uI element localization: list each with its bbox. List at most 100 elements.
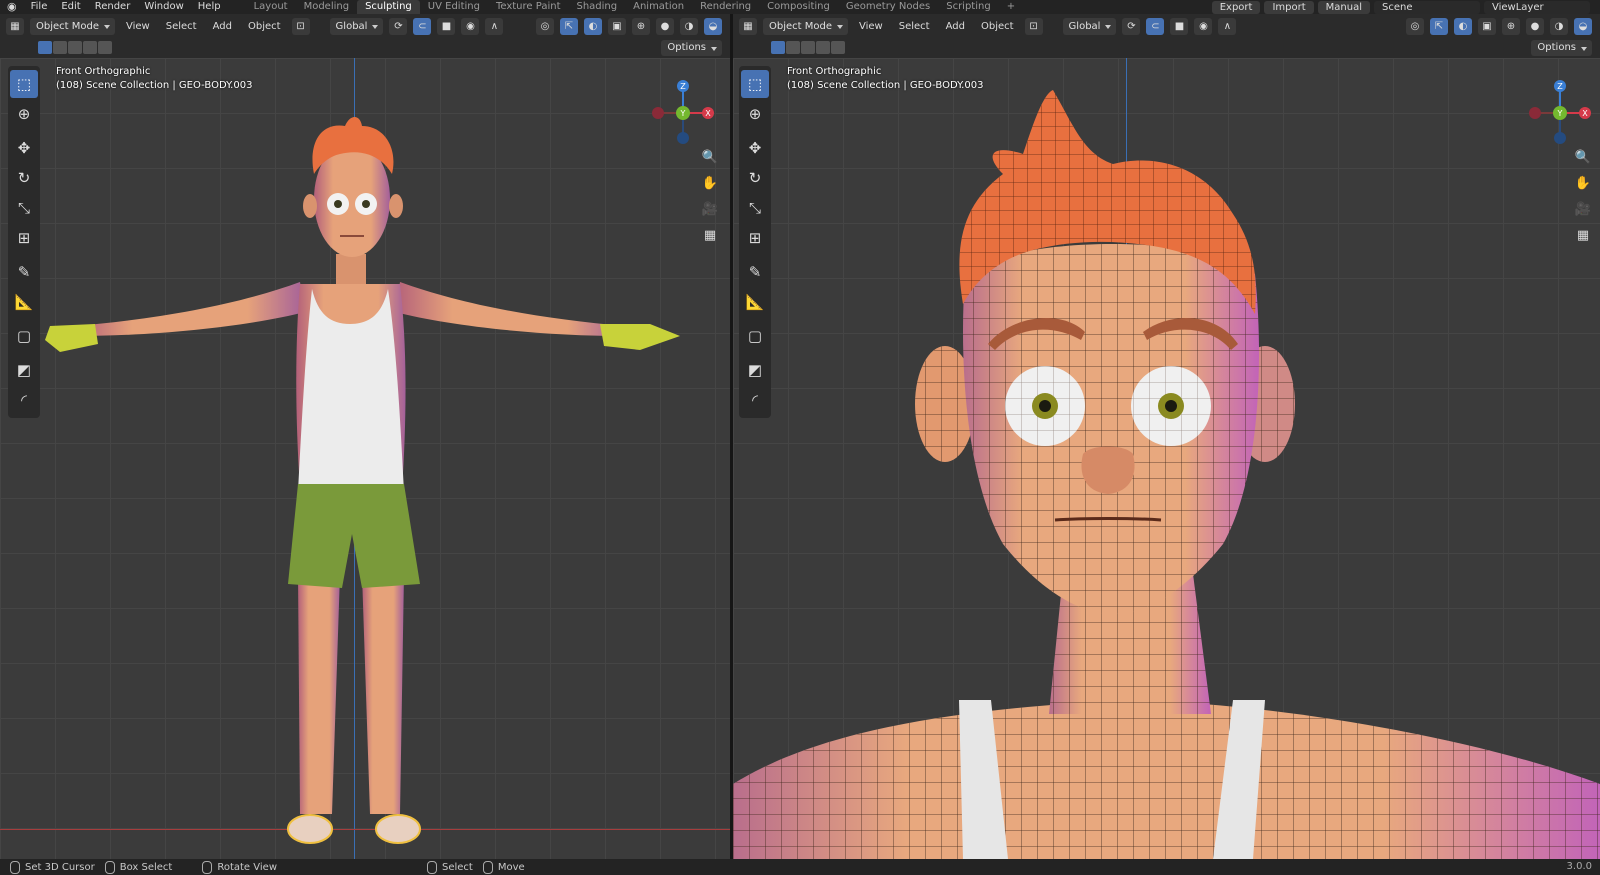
- tab-animation[interactable]: Animation: [625, 0, 692, 14]
- material-shading-icon[interactable]: ◑: [1550, 17, 1568, 35]
- import-button[interactable]: Import: [1264, 0, 1314, 14]
- orientation-dropdown[interactable]: Global: [1062, 17, 1117, 35]
- transform-pivot-icon[interactable]: ⊡: [291, 17, 310, 35]
- visibility-icon[interactable]: ◎: [1406, 17, 1424, 35]
- transform-icon[interactable]: ⊞: [741, 224, 769, 252]
- camera-icon[interactable]: 🎥: [699, 198, 721, 220]
- xray-icon[interactable]: ▣: [608, 17, 626, 35]
- wireframe-shading-icon[interactable]: ⊕: [1502, 17, 1520, 35]
- falloff-icon[interactable]: ∧: [1218, 17, 1237, 35]
- menu-window[interactable]: Window: [137, 0, 190, 14]
- proportional-edit-icon[interactable]: ◉: [461, 17, 480, 35]
- options-dropdown[interactable]: Options: [661, 40, 722, 56]
- menu-add[interactable]: Add: [941, 21, 970, 32]
- snap-icon[interactable]: ⊂: [1146, 17, 1165, 35]
- solid-shading-icon[interactable]: ●: [1526, 17, 1544, 35]
- solid-shading-icon[interactable]: ●: [656, 17, 674, 35]
- measure-icon[interactable]: 📐: [10, 288, 38, 316]
- manual-button[interactable]: Manual: [1317, 0, 1370, 14]
- character-full-body[interactable]: [0, 14, 730, 859]
- select-box-icon[interactable]: ⬚: [10, 70, 38, 98]
- menu-select[interactable]: Select: [894, 21, 935, 32]
- add-cube-icon[interactable]: ▢: [741, 322, 769, 350]
- rotate-icon[interactable]: ↻: [741, 164, 769, 192]
- menu-view[interactable]: View: [121, 21, 155, 32]
- zoom-icon[interactable]: 🔍: [699, 146, 721, 168]
- tab-scripting[interactable]: Scripting: [938, 0, 998, 14]
- proportional-edit-icon[interactable]: ◉: [1194, 17, 1213, 35]
- tab-geometry-nodes[interactable]: Geometry Nodes: [838, 0, 938, 14]
- viewport-left[interactable]: ▦ Object Mode View Select Add Object ⊡ G…: [0, 14, 730, 859]
- select-extend-icon[interactable]: [53, 41, 67, 54]
- navigation-gizmo[interactable]: Z X Y: [648, 78, 718, 148]
- menu-object[interactable]: Object: [976, 21, 1019, 32]
- mode-dropdown[interactable]: Object Mode: [30, 17, 115, 35]
- visibility-icon[interactable]: ◎: [536, 17, 554, 35]
- mode-dropdown[interactable]: Object Mode: [763, 17, 848, 35]
- snap-icon[interactable]: ⊂: [413, 17, 432, 35]
- pan-hand-icon[interactable]: ✋: [699, 172, 721, 194]
- gizmo-toggle-icon[interactable]: ⇱: [560, 17, 578, 35]
- wireframe-shading-icon[interactable]: ⊕: [632, 17, 650, 35]
- tab-sculpting[interactable]: Sculpting: [357, 0, 420, 14]
- bevel-icon[interactable]: ◜: [741, 386, 769, 414]
- overlay-toggle-icon[interactable]: ◐: [584, 17, 602, 35]
- move-icon[interactable]: ✥: [741, 134, 769, 162]
- blender-logo-icon[interactable]: ◉: [0, 0, 24, 14]
- select-intersect-icon[interactable]: [98, 41, 112, 54]
- add-cube-icon[interactable]: ▢: [10, 322, 38, 350]
- scale-icon[interactable]: ⤡: [741, 194, 769, 222]
- rotate-icon[interactable]: ↻: [10, 164, 38, 192]
- annotate-icon[interactable]: ✎: [10, 258, 38, 286]
- scale-icon[interactable]: ⤡: [10, 194, 38, 222]
- editor-type-icon[interactable]: ▦: [6, 17, 24, 35]
- cursor-icon[interactable]: ⊕: [10, 100, 38, 128]
- xray-icon[interactable]: ▣: [1478, 17, 1496, 35]
- zoom-icon[interactable]: 🔍: [1572, 146, 1594, 168]
- annotate-icon[interactable]: ✎: [741, 258, 769, 286]
- snap-target-icon[interactable]: ■: [437, 17, 456, 35]
- select-invert-icon[interactable]: [816, 41, 830, 54]
- add-workspace-icon[interactable]: +: [999, 0, 1023, 14]
- pan-hand-icon[interactable]: ✋: [1572, 172, 1594, 194]
- select-new-icon[interactable]: [38, 41, 52, 54]
- bevel-icon[interactable]: ◜: [10, 386, 38, 414]
- material-shading-icon[interactable]: ◑: [680, 17, 698, 35]
- ortho-grid-icon[interactable]: ▦: [699, 224, 721, 246]
- rendered-shading-icon[interactable]: ◒: [1574, 17, 1592, 35]
- character-head-closeup[interactable]: [733, 14, 1600, 859]
- tab-uv-editing[interactable]: UV Editing: [420, 0, 488, 14]
- select-intersect-icon[interactable]: [831, 41, 845, 54]
- pivot-icon[interactable]: ⟳: [389, 17, 408, 35]
- select-new-icon[interactable]: [771, 41, 785, 54]
- tab-modeling[interactable]: Modeling: [296, 0, 358, 14]
- tab-layout[interactable]: Layout: [246, 0, 296, 14]
- extrude-icon[interactable]: ◩: [741, 356, 769, 384]
- menu-edit[interactable]: Edit: [54, 0, 87, 14]
- menu-render[interactable]: Render: [88, 0, 138, 14]
- tab-rendering[interactable]: Rendering: [692, 0, 759, 14]
- menu-object[interactable]: Object: [243, 21, 286, 32]
- menu-select[interactable]: Select: [161, 21, 202, 32]
- snap-target-icon[interactable]: ■: [1170, 17, 1189, 35]
- scene-selector[interactable]: Scene: [1374, 0, 1480, 14]
- select-subtract-icon[interactable]: [68, 41, 82, 54]
- move-icon[interactable]: ✥: [10, 134, 38, 162]
- tab-texture-paint[interactable]: Texture Paint: [488, 0, 569, 14]
- measure-icon[interactable]: 📐: [741, 288, 769, 316]
- menu-view[interactable]: View: [854, 21, 888, 32]
- camera-icon[interactable]: 🎥: [1572, 198, 1594, 220]
- extrude-icon[interactable]: ◩: [10, 356, 38, 384]
- pivot-icon[interactable]: ⟳: [1122, 17, 1141, 35]
- menu-help[interactable]: Help: [191, 0, 228, 14]
- gizmo-toggle-icon[interactable]: ⇱: [1430, 17, 1448, 35]
- transform-pivot-icon[interactable]: ⊡: [1024, 17, 1043, 35]
- orientation-dropdown[interactable]: Global: [329, 17, 384, 35]
- transform-icon[interactable]: ⊞: [10, 224, 38, 252]
- select-extend-icon[interactable]: [786, 41, 800, 54]
- tab-compositing[interactable]: Compositing: [759, 0, 838, 14]
- ortho-grid-icon[interactable]: ▦: [1572, 224, 1594, 246]
- options-dropdown[interactable]: Options: [1531, 40, 1592, 56]
- export-button[interactable]: Export: [1211, 0, 1261, 14]
- navigation-gizmo[interactable]: Z X Y: [1525, 78, 1595, 148]
